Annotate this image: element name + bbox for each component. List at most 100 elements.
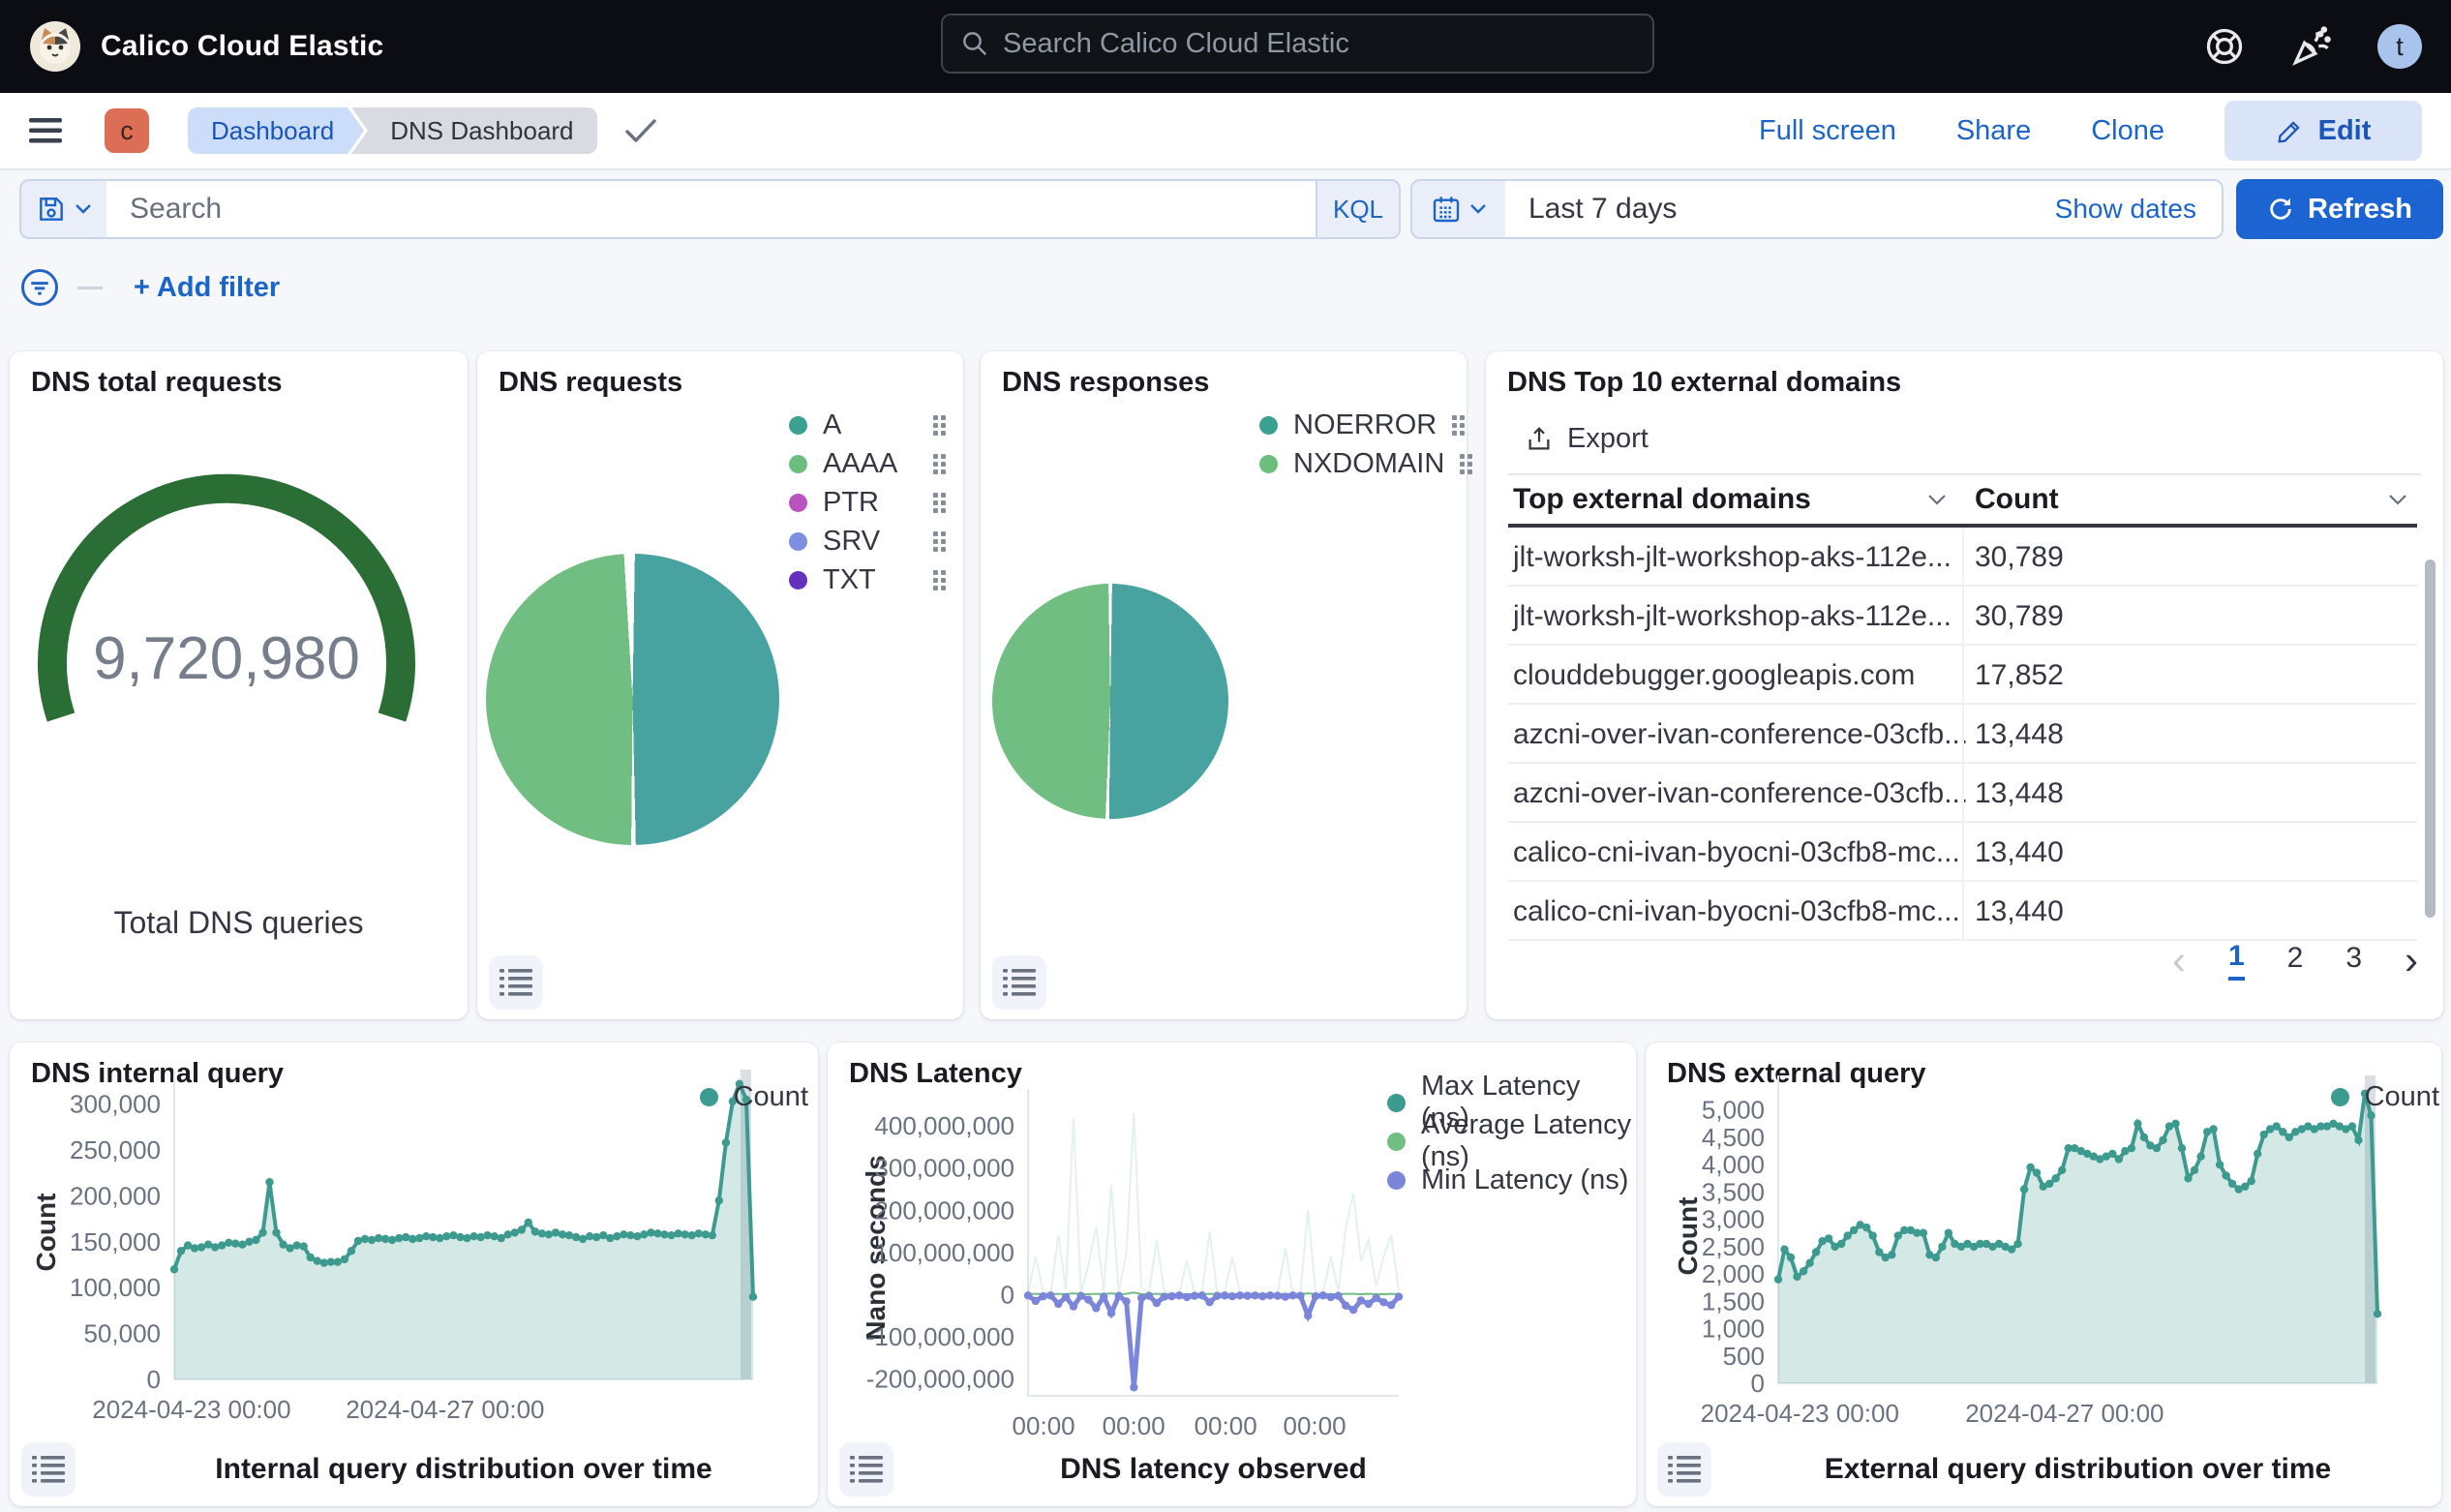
legend-toggle-button[interactable]: [992, 955, 1046, 1010]
column-header-count[interactable]: Count: [1975, 483, 2059, 516]
legend-item[interactable]: PTR: [789, 483, 946, 522]
panel-dns-responses[interactable]: DNS responses NOERROR NXDOMAIN: [981, 351, 1467, 1019]
show-dates-button[interactable]: Show dates: [2030, 181, 2222, 237]
legend-actions-icon[interactable]: [1460, 454, 1472, 474]
legend-actions-icon[interactable]: [933, 493, 946, 513]
legend-item[interactable]: SRV: [789, 522, 946, 560]
legend-item[interactable]: Min Latency (ns): [1387, 1161, 1636, 1199]
full-screen-button[interactable]: Full screen: [1759, 115, 1896, 147]
legend-toggle-button[interactable]: [1657, 1442, 1711, 1497]
svg-text:2024-04-23 00:00: 2024-04-23 00:00: [92, 1395, 290, 1424]
table-scrollbar[interactable]: [2425, 559, 2436, 918]
list-icon: [1003, 968, 1036, 997]
check-icon[interactable]: [624, 118, 657, 143]
domain-cell: jlt-worksh-jlt-workshop-aks-112e...: [1513, 541, 1952, 574]
chevron-down-icon[interactable]: [1926, 493, 1948, 506]
calendar-icon: [1431, 194, 1462, 225]
refresh-button[interactable]: Refresh: [2236, 179, 2443, 239]
legend-actions-icon[interactable]: [933, 415, 946, 436]
app-title: Calico Cloud Elastic: [101, 30, 383, 63]
legend-label: Count: [734, 1081, 808, 1113]
legend-item[interactable]: A: [789, 406, 946, 444]
help-icon[interactable]: [2203, 25, 2246, 68]
news-party-popper-icon[interactable]: [2290, 25, 2333, 68]
legend-label: AAAA: [823, 448, 897, 480]
svg-text:00:00: 00:00: [1284, 1411, 1347, 1440]
dns-responses-pie[interactable]: [992, 584, 1228, 819]
global-search: [941, 14, 1654, 74]
dns-requests-pie[interactable]: [486, 554, 779, 845]
legend-toggle-button[interactable]: [21, 1442, 76, 1497]
x-axis-title: DNS latency observed: [1028, 1453, 1399, 1486]
menu-icon[interactable]: [29, 116, 66, 145]
panel-dns-total-requests[interactable]: DNS total requests 9,720,980 Total DNS q…: [10, 351, 468, 1019]
legend-actions-icon[interactable]: [933, 570, 946, 590]
time-range-value[interactable]: Last 7 days: [1505, 181, 2030, 237]
global-search-input[interactable]: [1003, 28, 1635, 60]
svg-text:150,000: 150,000: [70, 1227, 161, 1256]
panel-dns-latency[interactable]: DNS Latency Nano seconds 400,000,000300,…: [828, 1043, 1636, 1506]
legend-dot: [1387, 1094, 1406, 1112]
legend-item[interactable]: TXT: [789, 560, 946, 599]
x-axis-title: External query distribution over time: [1778, 1453, 2377, 1486]
legend-item[interactable]: Average Latency (ns): [1387, 1122, 1636, 1161]
space-avatar[interactable]: c: [105, 108, 149, 153]
export-button[interactable]: Export: [1525, 423, 1649, 455]
user-avatar[interactable]: t: [2377, 24, 2422, 69]
legend-label: Count: [2365, 1081, 2439, 1113]
page-2[interactable]: 2: [2287, 942, 2304, 979]
gauge-value: 9,720,980: [93, 625, 360, 692]
domain-cell: clouddebugger.googleapis.com: [1513, 659, 1915, 692]
page-1[interactable]: 1: [2228, 940, 2245, 981]
legend-toggle-button[interactable]: [489, 955, 543, 1010]
panel-top-external-domains[interactable]: DNS Top 10 external domains Export Top e…: [1486, 351, 2443, 1019]
svg-text:5,000: 5,000: [1702, 1096, 1765, 1125]
clone-button[interactable]: Clone: [2091, 115, 2164, 147]
panel-title: DNS responses: [1002, 367, 1209, 399]
legend-actions-icon[interactable]: [933, 531, 946, 552]
kql-search-input[interactable]: [130, 193, 1292, 226]
svg-text:0: 0: [1751, 1369, 1765, 1398]
share-button[interactable]: Share: [1956, 115, 2031, 147]
breadcrumb-dashboard[interactable]: Dashboard: [188, 107, 348, 154]
panel-dns-internal-query[interactable]: DNS internal query Count 050,000100,0001…: [10, 1043, 818, 1506]
next-page-icon[interactable]: ›: [2405, 940, 2418, 981]
legend-toggle-button[interactable]: [839, 1442, 893, 1497]
panel-title: DNS Top 10 external domains: [1507, 367, 1901, 399]
page-3[interactable]: 3: [2345, 942, 2362, 979]
legend-item[interactable]: Count: [700, 1077, 808, 1116]
breadcrumb: Dashboard DNS Dashboard: [188, 107, 657, 154]
panel-dns-requests[interactable]: DNS requests A AAAA PTR SRV TXT: [477, 351, 963, 1019]
count-cell: 13,440: [1975, 836, 2064, 869]
legend-item[interactable]: NOERROR: [1259, 406, 1449, 444]
legend-item[interactable]: AAAA: [789, 444, 946, 483]
dns-requests-legend: A AAAA PTR SRV TXT: [789, 406, 946, 599]
calico-logo[interactable]: [29, 20, 81, 73]
legend-label: Min Latency (ns): [1421, 1164, 1628, 1196]
legend-item[interactable]: NXDOMAIN: [1259, 444, 1449, 483]
prev-page-icon[interactable]: ‹: [2172, 940, 2186, 981]
legend-actions-icon[interactable]: [1452, 415, 1465, 436]
kql-toggle[interactable]: KQL: [1316, 181, 1399, 237]
count-cell: 13,448: [1975, 718, 2064, 751]
legend-actions-icon[interactable]: [933, 454, 946, 474]
panel-dns-external-query[interactable]: DNS external query Count 05001,0001,5002…: [1646, 1043, 2441, 1506]
domain-cell: azcni-over-ivan-conference-03cfb...: [1513, 777, 1968, 810]
svg-text:-200,000,000: -200,000,000: [866, 1365, 1014, 1394]
add-filter-button[interactable]: + Add filter: [134, 272, 280, 304]
save-icon: [36, 194, 67, 225]
legend-dot: [2331, 1088, 2349, 1106]
chevron-down-icon[interactable]: [2387, 493, 2408, 506]
saved-query-menu[interactable]: [21, 181, 106, 237]
list-icon: [32, 1455, 65, 1484]
filter-icon[interactable]: [19, 267, 60, 308]
count-cell: 30,789: [1975, 541, 2064, 574]
legend-item[interactable]: Count: [2331, 1077, 2439, 1116]
edit-button[interactable]: Edit: [2224, 101, 2422, 161]
export-icon: [1525, 425, 1554, 454]
svg-text:50,000: 50,000: [83, 1319, 161, 1348]
legend-dot: [789, 494, 807, 512]
column-header-domains[interactable]: Top external domains: [1513, 483, 1811, 516]
latency-legend: Max Latency (ns) Average Latency (ns) Mi…: [1387, 1083, 1636, 1199]
calendar-menu[interactable]: [1412, 181, 1505, 237]
